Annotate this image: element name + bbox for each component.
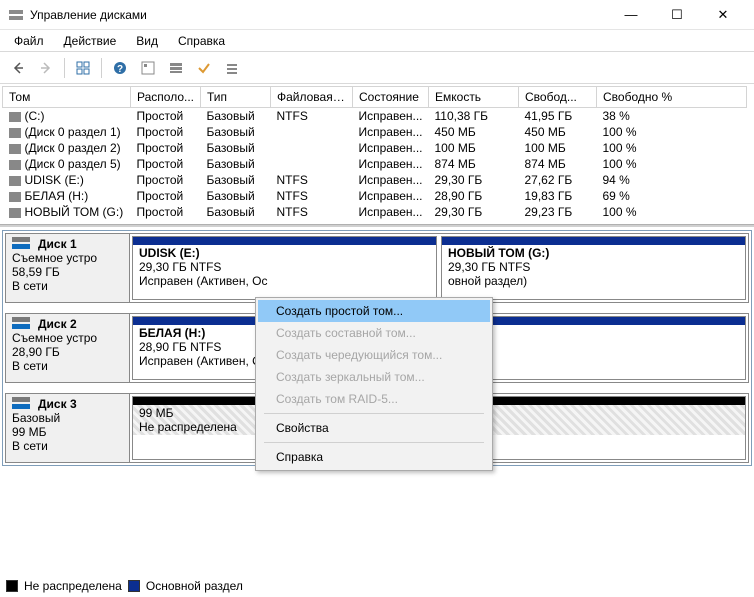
drive-icon [9, 208, 21, 218]
context-menu: Создать простой том... Создать составной… [255, 297, 493, 471]
col-fs[interactable]: Файловая с... [271, 87, 353, 108]
table-row[interactable]: (Диск 0 раздел 2)ПростойБазовыйИсправен.… [3, 140, 747, 156]
disk-1-header[interactable]: Диск 1 Съемное устро 58,59 ГБ В сети [6, 234, 130, 302]
window-title: Управление дисками [30, 8, 608, 22]
table-row[interactable]: НОВЫЙ ТОМ (G:)ПростойБазовыйNTFSИсправен… [3, 204, 747, 220]
splitter[interactable] [0, 224, 754, 228]
drive-icon [9, 160, 21, 170]
menu-help[interactable]: Справка [168, 32, 235, 50]
drive-icon [9, 128, 21, 138]
drive-icon [9, 176, 21, 186]
menu-file[interactable]: Файл [4, 32, 54, 50]
table-header-row: Том Располо... Тип Файловая с... Состоян… [3, 87, 747, 108]
volume-table[interactable]: Том Располо... Тип Файловая с... Состоян… [2, 86, 747, 220]
disk-icon [12, 397, 30, 411]
table-row[interactable]: БЕЛАЯ (H:)ПростойБазовыйNTFSИсправен...2… [3, 188, 747, 204]
col-free[interactable]: Свобод... [519, 87, 597, 108]
col-layout[interactable]: Располо... [131, 87, 201, 108]
disk-icon [12, 237, 30, 251]
back-button[interactable] [6, 56, 30, 80]
disk-1-partition-1[interactable]: UDISK (E:) 29,30 ГБ NTFS Исправен (Актив… [132, 236, 437, 300]
disk-3-header[interactable]: Диск 3 Базовый 99 МБ В сети [6, 394, 130, 462]
ctx-create-striped-volume: Создать чередующийся том... [258, 344, 490, 366]
ctx-create-mirrored-volume: Создать зеркальный том... [258, 366, 490, 388]
legend-primary-swatch [128, 580, 140, 592]
table-row[interactable]: (C:)ПростойБазовыйNTFSИсправен...110,38 … [3, 108, 747, 125]
app-icon [8, 7, 24, 23]
settings-button[interactable] [136, 56, 160, 80]
check-button[interactable] [192, 56, 216, 80]
toolbar: ? [0, 52, 754, 84]
minimize-button[interactable]: — [608, 0, 654, 30]
maximize-button[interactable]: ☐ [654, 0, 700, 30]
grid-button[interactable] [164, 56, 188, 80]
menu-action[interactable]: Действие [54, 32, 127, 50]
drive-icon [9, 112, 21, 122]
menu-view[interactable]: Вид [126, 32, 168, 50]
ctx-separator [264, 442, 484, 443]
legend-unallocated-label: Не распределена [24, 579, 122, 593]
menu-bar: Файл Действие Вид Справка [0, 30, 754, 52]
table-row[interactable]: UDISK (E:)ПростойБазовыйNTFSИсправен...2… [3, 172, 747, 188]
list-button[interactable] [220, 56, 244, 80]
title-bar: Управление дисками — ☐ ✕ [0, 0, 754, 30]
col-volume[interactable]: Том [3, 87, 131, 108]
legend-primary-label: Основной раздел [146, 579, 243, 593]
disk-icon [12, 317, 30, 331]
ctx-create-spanned-volume: Создать составной том... [258, 322, 490, 344]
col-free-pct[interactable]: Свободно % [597, 87, 747, 108]
close-button[interactable]: ✕ [700, 0, 746, 30]
ctx-properties[interactable]: Свойства [258, 417, 490, 439]
drive-icon [9, 192, 21, 202]
legend: Не распределена Основной раздел [6, 579, 243, 593]
drive-icon [9, 144, 21, 154]
col-status[interactable]: Состояние [353, 87, 429, 108]
table-row[interactable]: (Диск 0 раздел 5)ПростойБазовыйИсправен.… [3, 156, 747, 172]
table-row[interactable]: (Диск 0 раздел 1)ПростойБазовыйИсправен.… [3, 124, 747, 140]
disk-1-row: Диск 1 Съемное устро 58,59 ГБ В сети UDI… [5, 233, 749, 303]
svg-text:?: ? [117, 64, 123, 75]
col-capacity[interactable]: Емкость [429, 87, 519, 108]
ctx-help[interactable]: Справка [258, 446, 490, 468]
ctx-separator [264, 413, 484, 414]
col-type[interactable]: Тип [201, 87, 271, 108]
forward-button[interactable] [34, 56, 58, 80]
legend-unallocated-swatch [6, 580, 18, 592]
help-button[interactable]: ? [108, 56, 132, 80]
disk-2-header[interactable]: Диск 2 Съемное устро 28,90 ГБ В сети [6, 314, 130, 382]
ctx-create-raid5-volume: Создать том RAID-5... [258, 388, 490, 410]
disk-1-partition-2[interactable]: НОВЫЙ ТОМ (G:) 29,30 ГБ NTFS овной разде… [441, 236, 746, 300]
ctx-create-simple-volume[interactable]: Создать простой том... [258, 300, 490, 322]
view-options-button[interactable] [71, 56, 95, 80]
